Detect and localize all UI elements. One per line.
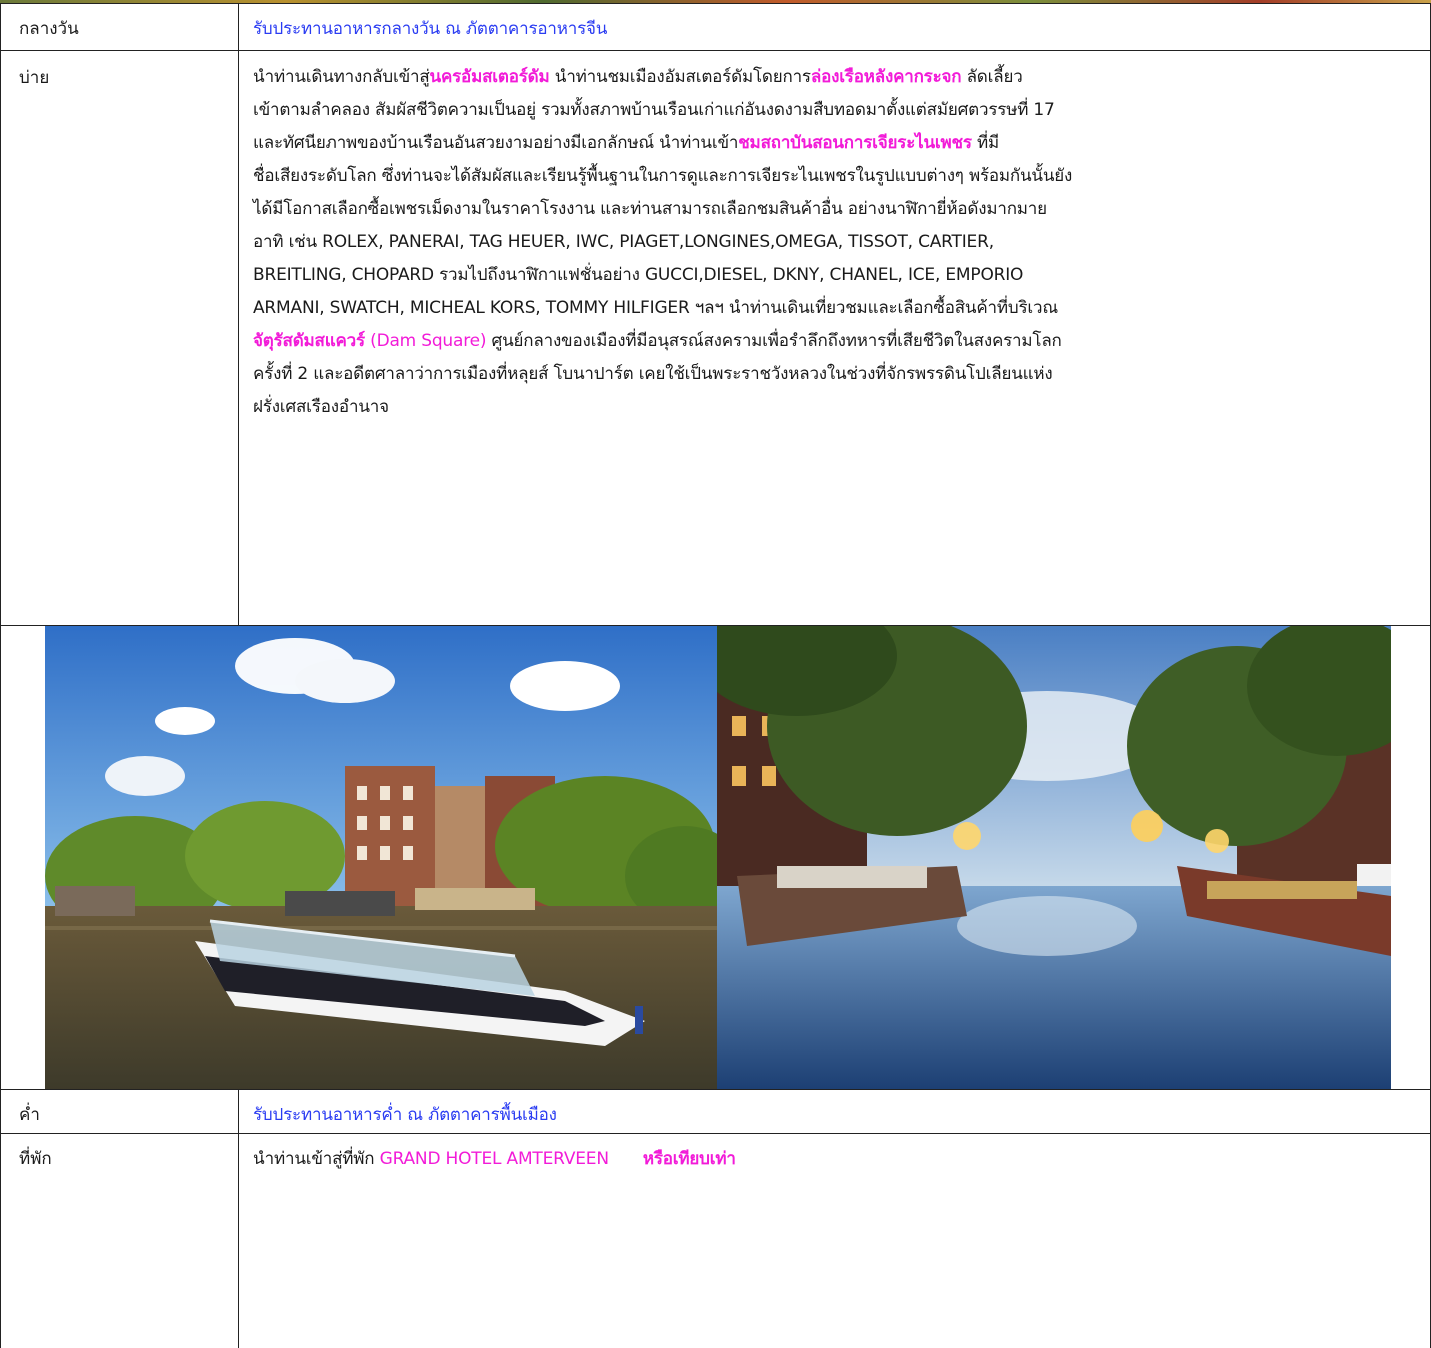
desc-line-11: ฝรั่งเศสเรืองอำนาจ <box>253 391 1418 424</box>
column-divider <box>238 51 239 625</box>
desc-line-8: ARMANI, SWATCH, MICHEAL KORS, TOMMY HILF… <box>253 292 1418 325</box>
text: ลัดเลี้ยว <box>961 67 1023 87</box>
text: ฝรั่งเศสเรืองอำนาจ <box>253 397 389 417</box>
text: เข้าตามลำคลอง สัมผัสชีวิตความเป็นอยู่ รว… <box>253 100 1055 120</box>
desc-line-1: นำท่านเดินทางกลับเข้าสู่นครอัมสเตอร์ดัม … <box>253 61 1418 94</box>
afternoon-row: บ่าย นำท่านเดินทางกลับเข้าสู่นครอัมสเตอร… <box>0 50 1431 625</box>
highlight-diamond-factory: ชมสถาบันสอนการเจียระไนเพชร <box>738 133 972 153</box>
text: นำท่านชมเมืองอัมสเตอร์ดัมโดยการ <box>549 67 811 87</box>
highlight-dam-square: จัตุรัสดัมสแควร์ <box>253 331 365 351</box>
desc-line-9: จัตุรัสดัมสแควร์ (Dam Square) ศูนย์กลางข… <box>253 325 1418 358</box>
afternoon-description: นำท่านเดินทางกลับเข้าสู่นครอัมสเตอร์ดัม … <box>253 61 1418 424</box>
text: ที่มี <box>971 133 1000 153</box>
dinner-label: ค่ำ <box>19 1105 40 1125</box>
desc-line-3: และทัศนียภาพของบ้านเรือนอันสวยงามอย่างมี… <box>253 127 1418 160</box>
lunch-row: กลางวัน รับประทานอาหารกลางวัน ณ ภัตตาคาร… <box>0 3 1431 50</box>
hotel-text: นำท่านเข้าสู่ที่พัก GRAND HOTEL AMTERVEE… <box>253 1134 1418 1170</box>
column-divider <box>238 1134 239 1348</box>
itinerary-table: กลางวัน รับประทานอาหารกลางวัน ณ ภัตตาคาร… <box>0 3 1431 1348</box>
canal-dusk-illustration <box>717 626 1391 1090</box>
text: ครั้งที่ 2 และอดีตศาลาว่าการเมืองที่หลุย… <box>253 364 1053 384</box>
text: นำท่านเดินทางกลับเข้าสู่ <box>253 67 430 87</box>
amsterdam-canal-cruise-photo <box>45 626 717 1090</box>
dinner-text: รับประทานอาหารค่ำ ณ ภัตตาคารพื้นเมือง <box>253 1105 557 1125</box>
text: ได้มีโอกาสเลือกซื้อเพชรเม็ดงามในราคาโรงง… <box>253 199 1047 219</box>
text: อาทิ เช่น ROLEX, PANERAI, TAG HEUER, IWC… <box>253 232 994 252</box>
hotel-name: GRAND HOTEL AMTERVEEN <box>379 1149 609 1169</box>
highlight-dam-square-en: (Dam Square) <box>364 331 487 351</box>
hotel-suffix: หรือเทียบเท่า <box>642 1149 736 1169</box>
desc-line-2: เข้าตามลำคลอง สัมผัสชีวิตความเป็นอยู่ รว… <box>253 94 1418 127</box>
text: ARMANI, SWATCH, MICHEAL KORS, TOMMY HILF… <box>253 298 1058 318</box>
column-divider <box>238 1090 239 1133</box>
hotel-label: ที่พัก <box>19 1149 52 1169</box>
desc-line-10: ครั้งที่ 2 และอดีตศาลาว่าการเมืองที่หลุย… <box>253 358 1418 391</box>
text: และทัศนียภาพของบ้านเรือนอันสวยงามอย่างมี… <box>253 133 739 153</box>
lunch-text: รับประทานอาหารกลางวัน ณ ภัตตาคารอาหารจีน <box>253 19 608 39</box>
desc-line-7: BREITLING, CHOPARD รวมไปถึงนาฬิกาแฟชั่นอ… <box>253 259 1418 292</box>
desc-line-6: อาทิ เช่น ROLEX, PANERAI, TAG HEUER, IWC… <box>253 226 1418 259</box>
desc-line-5: ได้มีโอกาสเลือกซื้อเพชรเม็ดงามในราคาโรงง… <box>253 193 1418 226</box>
photo-row <box>0 625 1431 1090</box>
desc-line-4: ชื่อเสียงระดับโลก ซึ่งท่านจะได้สัมผัสและ… <box>253 160 1418 193</box>
text: ศูนย์กลางของเมืองที่มีอนุสรณ์สงครามเพื่อ… <box>486 331 1062 351</box>
canal-cruise-illustration <box>45 626 717 1090</box>
text: ชื่อเสียงระดับโลก ซึ่งท่านจะได้สัมผัสและ… <box>253 166 1073 186</box>
column-divider <box>238 4 239 50</box>
highlight-glass-boat: ล่องเรือหลังคากระจก <box>810 67 962 87</box>
text: BREITLING, CHOPARD รวมไปถึงนาฬิกาแฟชั่นอ… <box>253 265 1024 285</box>
dinner-row: ค่ำ รับประทานอาหารค่ำ ณ ภัตตาคารพื้นเมือ… <box>0 1089 1431 1133</box>
lunch-label: กลางวัน <box>19 19 79 39</box>
hotel-prefix: นำท่านเข้าสู่ที่พัก <box>253 1149 380 1169</box>
highlight-amsterdam: นครอัมสเตอร์ดัม <box>429 67 550 87</box>
afternoon-label: บ่าย <box>19 68 50 88</box>
amsterdam-canal-dusk-photo <box>717 626 1391 1090</box>
hotel-row: ที่พัก นำท่านเข้าสู่ที่พัก GRAND HOTEL A… <box>0 1133 1431 1348</box>
